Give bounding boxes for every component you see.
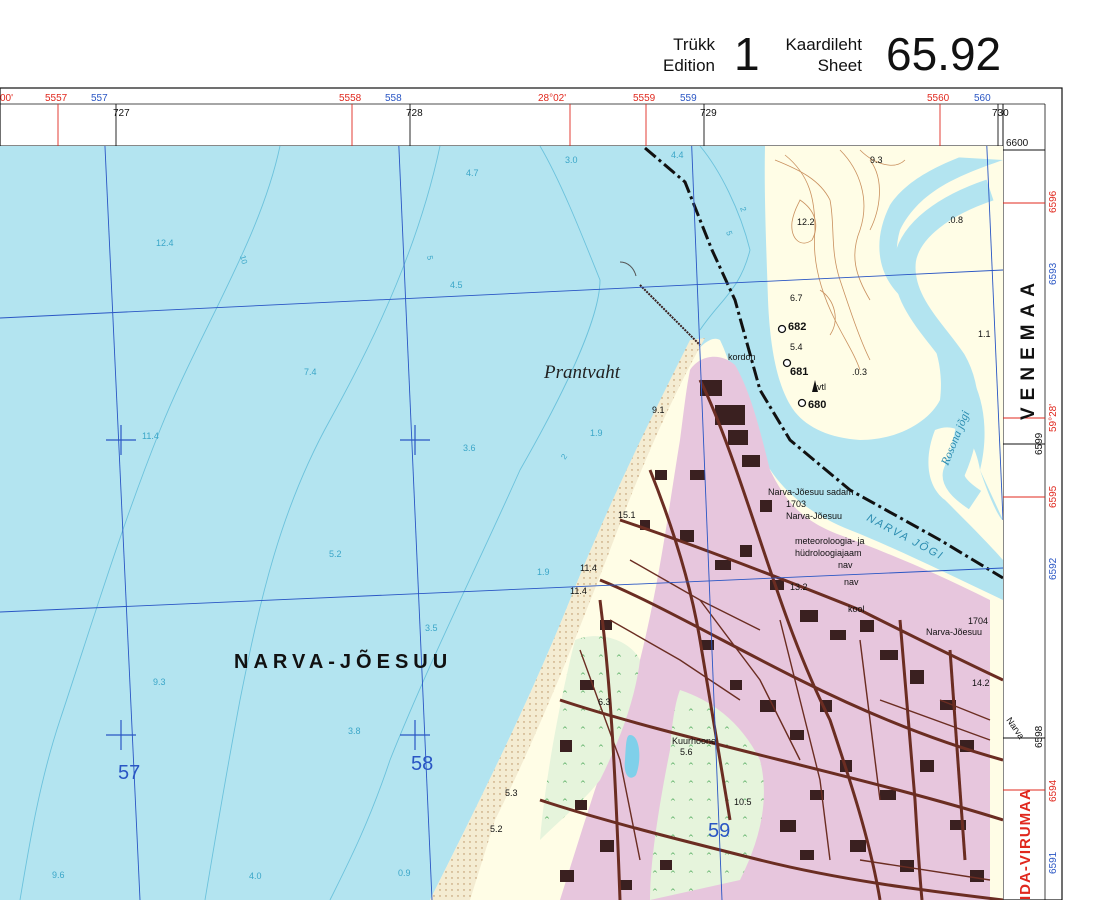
kordon-label: kordon [728, 352, 756, 362]
control-point-682-label: 682 [788, 321, 806, 333]
spot-height: .0.8 [948, 215, 963, 225]
town-label: NARVA-JÕESUU [234, 649, 452, 673]
frame-top-blue-3: 559 [680, 93, 697, 104]
spot-height: 13.2 [790, 582, 808, 592]
county-label: IDA-VIRUMAA [1017, 788, 1034, 900]
frame-top-blue-1: 557 [91, 93, 108, 104]
spot-height: 5.2 [490, 824, 503, 834]
spot-height: 14.2 [972, 678, 990, 688]
depth-value: 4.4 [671, 150, 684, 160]
depth-value: 9.6 [52, 870, 65, 880]
depth-value: 1.9 [537, 567, 550, 577]
frame-right-red-3: 6594 [1048, 779, 1059, 802]
frame-right-red-2: 6595 [1048, 485, 1059, 508]
spot-height: 12.2 [797, 217, 815, 227]
depth-value: 5.2 [329, 549, 342, 559]
depth-value: 1.9 [590, 428, 603, 438]
frame-right-blue-2: 6592 [1048, 557, 1059, 580]
spot-height: 5.6 [680, 747, 693, 757]
harbour-label: Narva-Jõesuu sadam [768, 487, 854, 497]
nav-label-2: nav [844, 577, 859, 587]
frame-top-blue-4: 560 [974, 93, 991, 104]
frame-right-black-1: 6600 [1006, 138, 1029, 149]
control-point-682 [777, 324, 787, 334]
topographic-map[interactable]: ^ [0, 0, 1100, 900]
spot-height: 11.4 [580, 563, 597, 573]
control-point-681-label: 681 [790, 366, 808, 378]
frame-top-black-1: 727 [113, 108, 130, 119]
spot-height: 5.4 [790, 342, 803, 352]
grid-number-57: 57 [118, 762, 140, 784]
frame-top-geo-left: 00' [0, 93, 13, 104]
depth-value: 9.3 [153, 677, 166, 687]
frame-top-black-3: 729 [700, 108, 717, 119]
depth-value: 3.0 [565, 155, 578, 165]
nav-label-1: nav [838, 560, 853, 570]
country-label: VENEMAA [1018, 276, 1039, 420]
meteo-label-1: meteoroloogia- ja [795, 536, 865, 546]
frame-top-red-1: 5557 [45, 93, 68, 104]
depth-value: 4.7 [466, 168, 479, 178]
spot-height: 6.7 [790, 293, 803, 303]
depth-value: 3.5 [425, 623, 438, 633]
spot-height: .0.3 [852, 367, 867, 377]
control-point-680-label: 680 [808, 399, 826, 411]
depth-value: 4.5 [450, 280, 463, 290]
station-number: 1704 [968, 616, 988, 626]
meteo-label-2: hüdroloogiajaam [795, 548, 862, 558]
frame-top-red-2: 5558 [339, 93, 362, 104]
kool-label: kool [848, 604, 865, 614]
spot-height: 9.3 [870, 155, 883, 165]
frame-right-black-2: 6599 [1034, 432, 1045, 455]
frame-right-blue-3: 6591 [1048, 851, 1059, 874]
spot-height: 15.1 [618, 510, 636, 520]
spot-height: 11.4 [570, 586, 587, 596]
spot-height: 10.5 [734, 797, 752, 807]
frame-top-red-3: 5559 [633, 93, 656, 104]
kuurhoone-label: Kuurhoone [672, 736, 716, 746]
harbour-town-label: Narva-Jõesuu [786, 511, 842, 521]
station-town-label: Narva-Jõesuu [926, 627, 982, 637]
spot-height: 1.1 [978, 329, 991, 339]
harbour-number: 1703 [786, 499, 806, 509]
cape-label: Prantvaht [543, 362, 621, 383]
grid-number-58: 58 [411, 753, 433, 775]
grid-number-59: 59 [708, 820, 730, 842]
spot-height: 6.3 [598, 697, 611, 707]
depth-value: 0.9 [398, 868, 411, 878]
depth-value: 3.6 [463, 443, 476, 453]
frame-right-red-1: 6596 [1048, 190, 1059, 213]
spot-height: 9.1 [652, 405, 665, 415]
control-point-680 [797, 398, 807, 408]
depth-value: 4.0 [249, 871, 262, 881]
frame-right-geo: 59°28' [1048, 404, 1059, 432]
frame-right-black-3: 6598 [1034, 725, 1045, 748]
depth-value: 3.8 [348, 726, 361, 736]
vtl-label: vtl [817, 382, 826, 392]
depth-value: 7.4 [304, 367, 317, 377]
frame-top-geo-mid: 28°02' [538, 93, 566, 104]
frame-right-blue-1: 6593 [1048, 262, 1059, 285]
spot-height: 5.3 [505, 788, 518, 798]
frame-top-red-4: 5560 [927, 93, 950, 104]
frame-top-black-4: 730 [992, 108, 1009, 119]
depth-value: 11.4 [142, 431, 159, 441]
frame-top-blue-2: 558 [385, 93, 402, 104]
depth-value: 12.4 [156, 238, 174, 248]
frame-top-black-2: 728 [406, 108, 423, 119]
